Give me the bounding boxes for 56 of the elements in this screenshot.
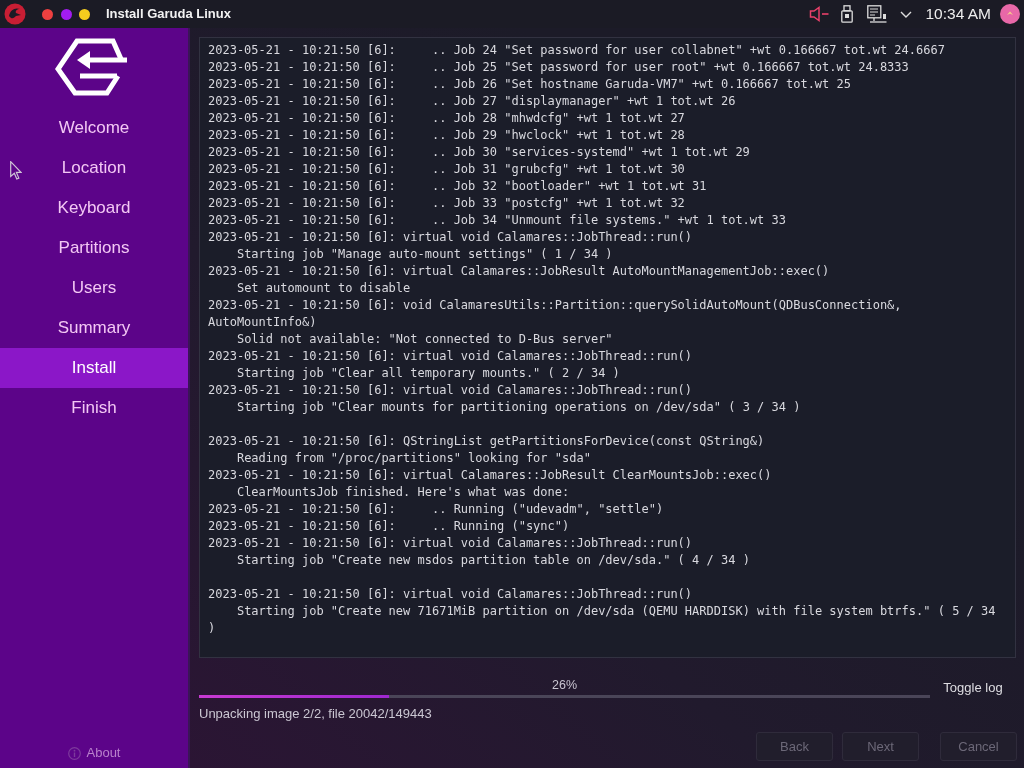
chevron-down-icon[interactable]	[899, 10, 912, 18]
clock[interactable]: 10:34 AM	[925, 2, 991, 26]
sidebar-item[interactable]: Partitions	[0, 228, 188, 268]
log-line: 2023-05-21 - 10:21:50 [6]: .. Job 24 "Set password for user collabnet" +wt 0.166667 tot.wt 24.6667	[208, 42, 946, 59]
speaker-muted-icon[interactable]	[808, 6, 829, 22]
sidebar-item[interactable]: Location	[0, 148, 188, 188]
log-line: Starting job "Clear all temporary mounts." ( 2 / 34 )	[235, 365, 621, 382]
log-line: 2023-05-21 - 10:21:50 [6]: .. Job 29 "hwclock" +wt 1 tot.wt 28	[208, 127, 686, 144]
sidebar-item[interactable]: Finish	[0, 388, 188, 428]
log-line: 2023-05-21 - 10:21:50 [6]: .. Running ("udevadm", "settle")	[208, 501, 665, 518]
log-line: Reading from "/proc/partitions" looking for "sda"	[235, 450, 592, 467]
log-line: 2023-05-21 - 10:21:50 [6]: .. Job 26 "Set hostname Garuda-VM7" +wt 0.166667 tot.wt 25	[208, 76, 852, 93]
log-line: ClearMountsJob finished. Here's what was done:	[235, 484, 571, 501]
log-line: 2023-05-21 - 10:21:50 [6]: .. Job 25 "Set password for user root" +wt 0.166667 tot.wt 24.8333	[208, 59, 910, 76]
round-logo-icon[interactable]	[4, 3, 26, 25]
window-title: Install Garuda Linux	[106, 5, 231, 24]
log-line: 2023-05-21 - 10:21:50 [6]: virtual void Calamares::JobThread::run()	[208, 229, 694, 246]
close-window-icon[interactable]	[42, 8, 53, 20]
log-line: 2023-05-21 - 10:21:50 [6]: .. Job 33 "postcfg" +wt 1 tot.wt 32	[208, 195, 686, 212]
log-line: 2023-05-21 - 10:21:50 [6]: virtual void Calamares::JobThread::run()	[208, 586, 694, 603]
log-line: 2023-05-21 - 10:21:50 [6]: .. Job 34 "Unmount file systems." +wt 1 tot.wt 33	[208, 212, 787, 229]
toggle-log-button[interactable]: Toggle log	[943, 678, 1003, 698]
sidebar-item[interactable]: Keyboard	[0, 188, 188, 228]
log-line: Starting job "Manage auto-mount settings" ( 1 / 34 )	[235, 246, 614, 263]
info-icon	[67, 746, 81, 760]
log-line: 2023-05-21 - 10:21:50 [6]: virtual void Calamares::JobThread::run()	[208, 382, 694, 399]
log-line: 2023-05-21 - 10:21:50 [6]: virtual void Calamares::JobThread::run()	[208, 348, 694, 365]
log-line: 2023-05-21 - 10:21:50 [6]: .. Job 32 "bootloader" +wt 1 tot.wt 31	[208, 178, 708, 195]
computer-icon[interactable]	[866, 5, 887, 23]
log-line: 2023-05-21 - 10:21:50 [6]: QStringList getPartitionsForDevice(const QString&)	[208, 433, 766, 450]
log-line: 2023-05-21 - 10:21:50 [6]: void CalamaresUtils::Partition::querySolidAutoMount(QDBusConnection&, AutoMountInfo&)	[208, 297, 903, 331]
log-line: 2023-05-21 - 10:21:50 [6]: .. Job 30 "services-systemd" +wt 1 tot.wt 29	[208, 144, 751, 161]
sidebar-item[interactable]: Summary	[0, 308, 188, 348]
usb-drive-icon[interactable]	[840, 5, 853, 23]
about-button[interactable]: About	[67, 743, 121, 763]
log-line: 2023-05-21 - 10:21:50 [6]: virtual Calamares::JobResult ClearMountsJob::exec()	[208, 467, 773, 484]
log-line: 2023-05-21 - 10:21:50 [6]: .. Running ("sync")	[208, 518, 571, 535]
log-line: 2023-05-21 - 10:21:50 [6]: virtual Calamares::JobResult AutoMountManagementJob::exec()	[208, 263, 831, 280]
log-line: 2023-05-21 - 10:21:50 [6]: .. Job 31 "grubcfg" +wt 1 tot.wt 30	[208, 161, 686, 178]
status-text: Unpacking image 2/2, file 20042/149443	[199, 707, 433, 721]
log-line: Starting job "Create new msdos partition table on /dev/sda." ( 4 / 34 )	[235, 552, 751, 569]
maximize-window-icon[interactable]	[79, 8, 90, 20]
sidebar-item[interactable]: Welcome	[0, 108, 188, 148]
log-line: Set automount to disable	[235, 280, 412, 297]
minimize-window-icon[interactable]	[61, 8, 72, 20]
log-line: Starting job "Create new 71671MiB partition on /dev/sda (QEMU HARDDISK) with file system btrfs." ( 5 / 34 )	[208, 603, 997, 637]
avatar-icon[interactable]	[1000, 4, 1020, 24]
progress-percent: 26%	[551, 678, 578, 692]
mouse-pointer-icon	[10, 161, 22, 180]
log-line: Solid not available: "Not connected to D-Bus server"	[235, 331, 614, 348]
log-line: 2023-05-21 - 10:21:50 [6]: virtual void Calamares::JobThread::run()	[208, 535, 694, 552]
sidebar-item[interactable]: Users	[0, 268, 188, 308]
log-line: 2023-05-21 - 10:21:50 [6]: .. Job 27 "displaymanager" +wt 1 tot.wt 26	[208, 93, 737, 110]
sidebar-item[interactable]: Install	[0, 348, 188, 388]
log-line: 2023-05-21 - 10:21:50 [6]: .. Job 28 "mhwdcfg" +wt 1 tot.wt 27	[208, 110, 686, 127]
log-line: Starting job "Clear mounts for partitioning operations on /dev/sda" ( 3 / 34 )	[235, 399, 802, 416]
